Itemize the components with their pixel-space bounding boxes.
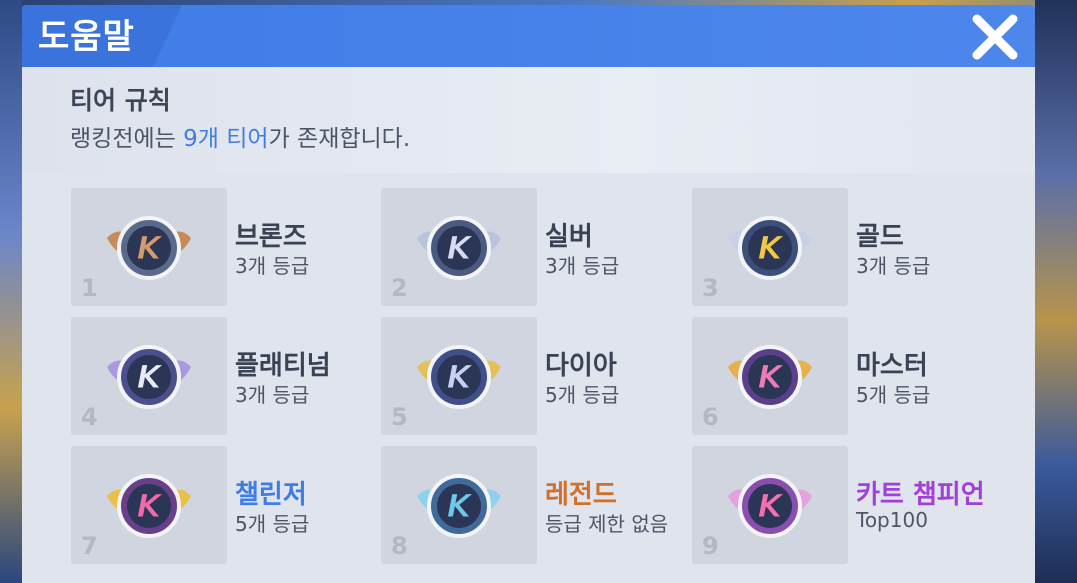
tier-number: 3	[702, 274, 719, 302]
tier-badge-box: K8	[381, 446, 537, 564]
tier-number: 4	[81, 403, 98, 431]
tier-badge-box: K2	[381, 188, 537, 306]
bronze-badge-icon: K	[107, 216, 191, 280]
tier-grades: 3개 등급	[545, 254, 620, 278]
background-right	[1035, 0, 1077, 583]
tier-grades: 3개 등급	[856, 254, 931, 278]
tier-number: 5	[391, 403, 408, 431]
tier-badge-box: K6	[692, 317, 848, 435]
tier-card: K 3 골드 3개 등급	[692, 188, 992, 306]
svg-text:K: K	[447, 487, 474, 525]
tier-badge-box: K4	[71, 317, 227, 435]
tier-grades: 3개 등급	[235, 254, 310, 278]
dialog-titlebar: 도움말	[22, 5, 1035, 67]
tier-number: 7	[81, 532, 98, 560]
tier-card: K 6 마스터 5개 등급	[692, 317, 992, 435]
tier-name: 실버	[545, 222, 593, 252]
rules-header: 티어 규칙 랭킹전에는 9개 티어가 존재합니다.	[22, 67, 1035, 173]
tier-grades: 5개 등급	[235, 512, 310, 536]
svg-text:K: K	[137, 487, 164, 525]
tier-grades: 등급 제한 없음	[545, 512, 669, 536]
tier-name: 카트 챔피언	[856, 480, 985, 510]
legend-badge-icon: K	[417, 474, 501, 538]
tier-name: 마스터	[856, 351, 928, 381]
dialog-title: 도움말	[38, 17, 135, 57]
svg-text:K: K	[137, 358, 164, 396]
tier-grades: 5개 등급	[545, 383, 620, 407]
rules-description: 랭킹전에는 9개 티어가 존재합니다.	[70, 119, 410, 153]
svg-text:K: K	[137, 229, 164, 267]
svg-text:K: K	[758, 487, 785, 525]
tier-badge-box: K9	[692, 446, 848, 564]
kart-champion-badge-icon: K	[728, 474, 812, 538]
tier-number: 6	[702, 403, 719, 431]
tier-name: 브론즈	[235, 222, 307, 252]
tier-number: 1	[81, 274, 98, 302]
svg-text:K: K	[758, 358, 785, 396]
master-badge-icon: K	[728, 345, 812, 409]
svg-text:K: K	[447, 229, 474, 267]
tier-number: 9	[702, 532, 719, 560]
tier-card: K 9 카트 챔피언 Top100	[692, 446, 992, 564]
tier-number: 2	[391, 274, 408, 302]
tier-card: K 7 챌린저 5개 등급	[71, 446, 371, 564]
tier-grid: K 1 브론즈 3개 등급 K 2 실버 3개 등급 K 3 골드 3개 등급 K 4 플래티넘 3개 등급 K…	[22, 173, 1035, 583]
tier-card: K 4 플래티넘 3개 등급	[71, 317, 371, 435]
tier-grades: 5개 등급	[856, 383, 931, 407]
silver-badge-icon: K	[417, 216, 501, 280]
rules-desc-highlight: 9개 티어	[183, 126, 269, 152]
tier-name: 챌린저	[235, 480, 307, 510]
tier-card: K 5 다이아 5개 등급	[381, 317, 681, 435]
tier-card: K 8 레전드 등급 제한 없음	[381, 446, 681, 564]
rules-desc-before: 랭킹전에는	[70, 126, 184, 152]
diamond-badge-icon: K	[417, 345, 501, 409]
tier-card: K 1 브론즈 3개 등급	[71, 188, 371, 306]
platinum-badge-icon: K	[107, 345, 191, 409]
tier-grades: Top100	[856, 508, 928, 532]
tier-name: 플래티넘	[235, 351, 331, 381]
tier-name: 레전드	[545, 480, 617, 510]
tier-badge-box: K1	[71, 188, 227, 306]
close-icon	[972, 14, 1018, 60]
svg-text:K: K	[447, 358, 474, 396]
tier-name: 다이아	[545, 351, 617, 381]
gold-badge-icon: K	[728, 216, 812, 280]
tier-card: K 2 실버 3개 등급	[381, 188, 681, 306]
tier-grades: 3개 등급	[235, 383, 310, 407]
rules-desc-after: 가 존재합니다.	[268, 126, 411, 152]
close-button[interactable]	[969, 11, 1021, 63]
tier-name: 골드	[856, 222, 904, 252]
help-dialog: 도움말 티어 규칙 랭킹전에는 9개 티어가 존재합니다. K 1 브론즈 3개 등급…	[22, 5, 1035, 583]
tier-badge-box: K5	[381, 317, 537, 435]
rules-title: 티어 규칙	[70, 86, 171, 115]
tier-badge-box: K3	[692, 188, 848, 306]
tier-number: 8	[391, 532, 408, 560]
challenger-badge-icon: K	[107, 474, 191, 538]
background-left	[0, 0, 22, 583]
tier-badge-box: K7	[71, 446, 227, 564]
svg-text:K: K	[758, 229, 785, 267]
